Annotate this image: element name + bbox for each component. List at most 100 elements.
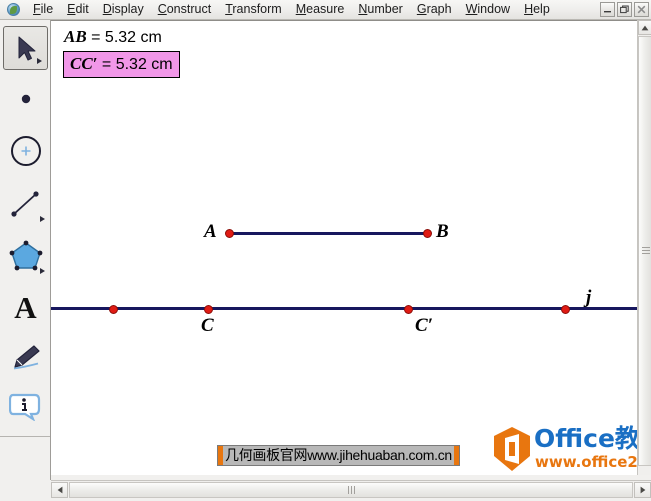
close-button[interactable] bbox=[634, 2, 649, 17]
scrollbar-corner bbox=[0, 480, 51, 501]
minimize-button[interactable] bbox=[600, 2, 615, 17]
menu-window-mnemonic: W bbox=[465, 2, 478, 16]
menu-construct[interactable]: Construct bbox=[151, 1, 219, 18]
sketch-canvas[interactable]: AB = 5.32 cm CC′ = 5.32 cm A B C C′ j 几何… bbox=[51, 20, 637, 475]
text-tool[interactable]: A bbox=[1, 284, 50, 331]
menu-bar: File Edit Display Construct Transform Me… bbox=[0, 0, 651, 20]
horizontal-scroll-grip bbox=[347, 481, 356, 499]
close-icon bbox=[637, 5, 646, 14]
sketchpad-watermark-text: 几何画板官网www.jihehuaban.com.cn bbox=[223, 446, 454, 465]
restore-icon bbox=[620, 5, 629, 14]
menu-measure[interactable]: Measure bbox=[289, 1, 352, 18]
horizontal-scrollbar[interactable] bbox=[51, 480, 651, 498]
menu-help[interactable]: Help bbox=[517, 1, 557, 18]
label-j[interactable]: j bbox=[586, 288, 591, 307]
tool-palette: A bbox=[0, 20, 51, 464]
point-A[interactable] bbox=[224, 228, 234, 238]
watermark-right-cap bbox=[453, 446, 459, 465]
point-unlabeled-left[interactable] bbox=[108, 304, 118, 314]
arrow-cursor-icon bbox=[18, 36, 35, 61]
menu-display-label: isplay bbox=[111, 2, 144, 16]
menu-edit-label: dit bbox=[75, 2, 89, 16]
circle-compass-icon bbox=[10, 135, 41, 166]
scroll-up-button[interactable] bbox=[638, 20, 651, 35]
menu-window-label: indow bbox=[477, 2, 511, 16]
measurement-AB-label: AB bbox=[64, 27, 87, 46]
menu-file-mnemonic: F bbox=[33, 2, 41, 16]
scroll-right-button[interactable] bbox=[634, 481, 651, 498]
menu-graph[interactable]: Graph bbox=[410, 1, 459, 18]
measurement-CCprime[interactable]: CC′ = 5.32 cm bbox=[63, 51, 180, 78]
scroll-left-button[interactable] bbox=[51, 481, 68, 498]
menu-edit-mnemonic: E bbox=[67, 2, 76, 16]
menu-number[interactable]: Number bbox=[351, 1, 409, 18]
information-tool[interactable] bbox=[1, 382, 50, 429]
measurement-CCprime-label: CC′ bbox=[70, 54, 98, 73]
menu-transform[interactable]: Transform bbox=[218, 1, 289, 18]
window-controls bbox=[600, 2, 649, 17]
office-tutorial-watermark: Office教程网 www.office26.com bbox=[490, 418, 651, 480]
straightedge-segment-tool[interactable] bbox=[1, 180, 50, 227]
sketchpad-window: File Edit Display Construct Transform Me… bbox=[0, 0, 651, 501]
measurement-CCprime-equals: = bbox=[97, 56, 116, 73]
point-unlabeled-right[interactable] bbox=[560, 304, 570, 314]
measurement-CCprime-value: 5.32 bbox=[115, 56, 147, 73]
measurement-AB-unit: cm bbox=[136, 29, 162, 46]
office-hexagon-logo-icon bbox=[494, 427, 530, 471]
menu-construct-mnemonic: C bbox=[157, 2, 167, 16]
menu-file-label: ile bbox=[40, 2, 54, 16]
menu-measure-label: easure bbox=[306, 2, 345, 16]
vertical-scroll-thumb[interactable] bbox=[638, 36, 651, 466]
point-icon bbox=[21, 94, 30, 103]
menu-construct-label: onstruct bbox=[166, 2, 212, 16]
menu-display-mnemonic: D bbox=[102, 2, 112, 16]
measurement-AB-value: 5.32 bbox=[104, 29, 137, 46]
point-tool[interactable] bbox=[1, 75, 50, 122]
menu-display[interactable]: Display bbox=[96, 1, 151, 18]
scroll-left-icon bbox=[57, 486, 62, 493]
menu-help-mnemonic: H bbox=[524, 2, 534, 16]
sketchpad-watermark-url: www.jihehuaban.com.cn bbox=[307, 447, 452, 463]
office-watermark-brand-en: Office bbox=[534, 424, 615, 453]
point-B[interactable] bbox=[422, 228, 432, 238]
minimize-icon bbox=[604, 11, 611, 13]
vertical-scroll-grip bbox=[642, 247, 650, 254]
menu-graph-mnemonic: G bbox=[416, 2, 427, 16]
sketchpad-globe-icon bbox=[4, 2, 22, 18]
menu-graph-label: raph bbox=[426, 2, 452, 16]
toolbar-divider bbox=[0, 436, 50, 437]
menu-help-label: elp bbox=[533, 2, 550, 16]
point-C[interactable] bbox=[203, 304, 213, 314]
restore-button[interactable] bbox=[617, 2, 632, 17]
segment-icon bbox=[10, 190, 39, 217]
arrow-select-tool[interactable] bbox=[3, 26, 48, 70]
compass-circle-tool[interactable] bbox=[1, 127, 50, 174]
label-A[interactable]: A bbox=[204, 222, 217, 241]
measurement-CCprime-unit: cm bbox=[146, 56, 173, 73]
scroll-up-icon bbox=[641, 25, 649, 30]
label-C[interactable]: C bbox=[201, 316, 214, 335]
label-B[interactable]: B bbox=[436, 222, 449, 241]
menu-file[interactable]: File bbox=[26, 1, 60, 18]
point-C-prime[interactable] bbox=[403, 304, 413, 314]
label-C-prime[interactable]: C′ bbox=[415, 316, 433, 335]
scroll-right-icon bbox=[640, 486, 645, 493]
vertical-scrollbar[interactable] bbox=[637, 20, 651, 475]
measurement-AB-equals: = bbox=[86, 29, 105, 46]
text-A-icon: A bbox=[14, 290, 37, 325]
info-bubble-icon bbox=[8, 393, 40, 421]
horizontal-scroll-thumb[interactable] bbox=[69, 481, 633, 499]
polygon-tool-flyout-icon[interactable] bbox=[40, 268, 45, 274]
menu-edit[interactable]: Edit bbox=[60, 1, 96, 18]
menu-measure-mnemonic: M bbox=[295, 2, 307, 16]
measurement-AB[interactable]: AB = 5.32 cm bbox=[64, 27, 162, 47]
polygon-tool[interactable] bbox=[1, 232, 50, 279]
segment-tool-flyout-icon[interactable] bbox=[40, 216, 45, 222]
arrow-tool-flyout-icon[interactable] bbox=[37, 58, 42, 64]
line-j[interactable] bbox=[51, 307, 637, 310]
marker-pen-tool[interactable] bbox=[1, 333, 50, 380]
sketchpad-watermark: 几何画板官网www.jihehuaban.com.cn bbox=[217, 445, 460, 466]
segment-AB[interactable] bbox=[229, 232, 427, 235]
menu-transform-label: ransform bbox=[232, 2, 282, 16]
menu-window[interactable]: Window bbox=[459, 1, 517, 18]
